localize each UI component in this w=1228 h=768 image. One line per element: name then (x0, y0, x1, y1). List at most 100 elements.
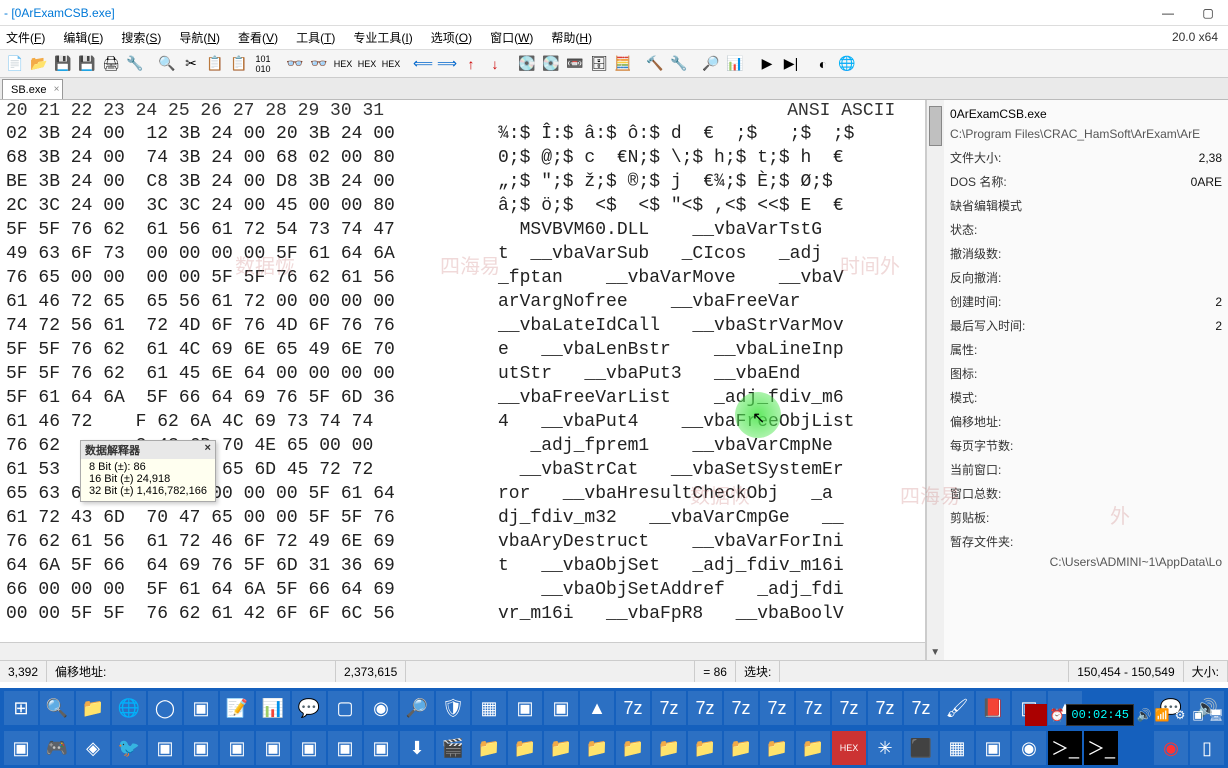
ascii-bytes[interactable]: dj_fdiv_m32 __vbaVarCmpGe __ (490, 506, 925, 530)
tooltip-close-icon[interactable]: × (205, 442, 211, 458)
hex-bytes[interactable]: 61 53 9 73 74 65 6D 45 72 72 (6, 458, 490, 482)
tray-icon[interactable]: ⚙ (1172, 707, 1188, 723)
ascii-bytes[interactable]: vbaAryDestruct __vbaVarForIni (490, 530, 925, 554)
menu-o[interactable]: 选项(O) (431, 29, 472, 46)
taskbar-app-icon[interactable]: ◈ (76, 731, 110, 765)
taskbar-folder-icon[interactable]: 📁 (472, 731, 506, 765)
ascii-bytes[interactable]: vr_m16i __vbaFpR8 __vbaBoolV (490, 602, 925, 626)
hex-row[interactable]: 68 3B 24 00 74 3B 24 00 68 02 00 800;$ @… (6, 146, 925, 170)
next-icon[interactable]: ▶ (756, 53, 778, 75)
taskbar-app-icon[interactable]: ▣ (364, 731, 398, 765)
hscroll[interactable] (0, 642, 925, 660)
hex-body[interactable]: 02 3B 24 00 12 3B 24 00 20 3B 24 00¾:$ Î… (0, 122, 925, 642)
cut-icon[interactable]: ✂ (180, 53, 202, 75)
hex-row[interactable]: 00 00 5F 5F 76 62 61 42 6F 6F 6C 56vr_m1… (6, 602, 925, 626)
hex-row[interactable]: 49 63 6F 73 00 00 00 00 5F 61 64 6At __v… (6, 242, 925, 266)
taskbar-app-icon[interactable]: ▣ (328, 731, 362, 765)
file-tab[interactable]: SB.exe × (2, 79, 63, 99)
disk4-icon[interactable]: 🗄 (588, 53, 610, 75)
taskbar-app-icon[interactable]: 💬 (292, 691, 326, 725)
hex-bytes[interactable]: 00 00 5F 5F 76 62 61 42 6F 6F 6C 56 (6, 602, 490, 626)
taskbar-app-icon[interactable]: 📝 (220, 691, 254, 725)
search2-icon[interactable]: 👓 (308, 53, 330, 75)
new-icon[interactable]: 📄 (4, 53, 26, 75)
ascii-bytes[interactable]: __vbaLateIdCall __vbaStrVarMov (490, 314, 925, 338)
hex-row[interactable]: 2C 3C 24 00 3C 3C 24 00 45 00 00 80â;$ ö… (6, 194, 925, 218)
taskbar-7z-icon[interactable]: 7z (832, 691, 866, 725)
taskbar-7z-icon[interactable]: 7z (760, 691, 794, 725)
hex-bytes[interactable]: 5F 5F 76 62 61 45 6E 64 00 00 00 00 (6, 362, 490, 386)
hex-row[interactable]: 74 72 56 61 72 4D 6F 76 4D 6F 76 76__vba… (6, 314, 925, 338)
ascii-bytes[interactable]: _fptan __vbaVarMove __vbaV (490, 266, 925, 290)
ascii-bytes[interactable]: utStr __vbaPut3 __vbaEnd (490, 362, 925, 386)
ascii-bytes[interactable]: ¾:$ Î:$ â:$ ô:$ d € ;$ ;$ ;$ (490, 122, 925, 146)
taskbar-app-icon[interactable]: ▣ (4, 731, 38, 765)
tray-icon[interactable]: ▣ (1190, 707, 1206, 723)
hexlabel3-icon[interactable]: HEX (380, 53, 402, 75)
ascii-bytes[interactable]: 4 __vbaPut4 __vbaFreeObjList (490, 410, 925, 434)
taskbar-7z-icon[interactable]: 7z (868, 691, 902, 725)
tab-close-icon[interactable]: × (54, 84, 60, 95)
ascii-bytes[interactable]: 0;$ @;$ c €N;$ \;$ h;$ t;$ h € (490, 146, 925, 170)
hex-row[interactable]: 66 00 00 00 5F 61 64 6A 5F 66 64 69 __vb… (6, 578, 925, 602)
taskbar-app-icon[interactable]: 📁 (76, 691, 110, 725)
hex-bytes[interactable]: 66 00 00 00 5F 61 64 6A 5F 66 64 69 (6, 578, 490, 602)
hex-bytes[interactable]: 65 63 6B 4F 1A 00 00 00 00 5F 61 64 (6, 482, 490, 506)
ascii-bytes[interactable]: e __vbaLenBstr __vbaLineInp (490, 338, 925, 362)
hex-row[interactable]: 5F 5F 76 62 61 56 61 72 54 73 74 47 MSVB… (6, 218, 925, 242)
taskbar-folder-icon[interactable]: 📁 (724, 731, 758, 765)
misc1-icon[interactable]: ◐ (812, 53, 834, 75)
taskbar-app-icon[interactable]: ▣ (220, 731, 254, 765)
hex-bytes[interactable]: 49 63 6F 73 00 00 00 00 5F 61 64 6A (6, 242, 490, 266)
copy-icon[interactable]: 📋 (204, 53, 226, 75)
taskbar-cmd-icon[interactable]: ＞_ (1084, 731, 1118, 765)
taskbar-app-icon[interactable]: ▦ (940, 731, 974, 765)
search-icon[interactable]: 👓 (284, 53, 306, 75)
taskbar-app-icon[interactable]: ▲ (580, 691, 614, 725)
taskbar-app-icon[interactable]: ⬇ (400, 731, 434, 765)
taskbar-app-icon[interactable]: ▣ (148, 731, 182, 765)
hex-row[interactable]: 64 6A 5F 66 64 69 76 5F 6D 31 36 69t __v… (6, 554, 925, 578)
taskbar-app-icon[interactable]: ▦ (472, 691, 506, 725)
taskbar-app-icon[interactable]: ✳ (868, 731, 902, 765)
vscroll[interactable]: ▼ (926, 100, 944, 660)
taskbar-7z-icon[interactable]: 7z (688, 691, 722, 725)
taskbar-app-icon[interactable]: 📊 (256, 691, 290, 725)
hex-row[interactable]: 5F 5F 76 62 61 4C 69 6E 65 49 6E 70e __v… (6, 338, 925, 362)
taskbar-app-icon[interactable]: ▢ (328, 691, 362, 725)
maximize-button[interactable]: ▢ (1188, 0, 1228, 26)
disk3-icon[interactable]: 📼 (564, 53, 586, 75)
hex-bytes[interactable]: 02 3B 24 00 12 3B 24 00 20 3B 24 00 (6, 122, 490, 146)
menu-t[interactable]: 工具(T) (296, 29, 335, 46)
hex-row[interactable]: 61 46 72 F 62 6A 4C 69 73 74 744 __vbaPu… (6, 410, 925, 434)
misc2-icon[interactable]: 🌐 (836, 53, 858, 75)
taskbar-app-icon[interactable]: 🛡 (436, 691, 470, 725)
rec-icon[interactable] (1025, 704, 1047, 726)
clock-icon[interactable]: ⏰ (1049, 708, 1064, 722)
print-icon[interactable]: 🖨 (100, 53, 122, 75)
hexlabel1-icon[interactable]: HEX (332, 53, 354, 75)
menu-e[interactable]: 编辑(E) (63, 29, 103, 46)
hex-row[interactable]: 76 62 61 56 61 72 46 6F 72 49 6E 69vbaAr… (6, 530, 925, 554)
hex-bytes[interactable]: 68 3B 24 00 74 3B 24 00 68 02 00 80 (6, 146, 490, 170)
taskbar-app-icon[interactable]: ▣ (544, 691, 578, 725)
hex-row[interactable]: 61 72 43 6D 70 47 65 00 00 5F 5F 76dj_fd… (6, 506, 925, 530)
end-icon[interactable]: ▶| (780, 53, 802, 75)
taskbar-7z-icon[interactable]: 7z (724, 691, 758, 725)
ascii-bytes[interactable]: t __vbaObjSet _adj_fdiv_m16i (490, 554, 925, 578)
chart-icon[interactable]: 📊 (724, 53, 746, 75)
tool1-icon[interactable]: 🔨 (644, 53, 666, 75)
scroll-down-icon[interactable]: ▼ (930, 647, 940, 658)
saveas-icon[interactable]: 💾 (76, 53, 98, 75)
ascii-bytes[interactable]: __vbaObjSetAddref _adj_fdi (490, 578, 925, 602)
taskbar-folder-icon[interactable]: 📁 (508, 731, 542, 765)
taskbar-app-icon[interactable]: ◯ (148, 691, 182, 725)
nav-fwd-icon[interactable]: ⟹ (436, 53, 458, 75)
taskbar-app-icon[interactable]: ⊞ (4, 691, 38, 725)
hex-icon[interactable]: 101010 (252, 53, 274, 75)
paste-icon[interactable]: 📋 (228, 53, 250, 75)
hex-bytes[interactable]: 5F 5F 76 62 61 56 61 72 54 73 74 47 (6, 218, 490, 242)
open-icon[interactable]: 📂 (28, 53, 50, 75)
zoom-icon[interactable]: 🔎 (700, 53, 722, 75)
up-icon[interactable]: ↑ (460, 53, 482, 75)
